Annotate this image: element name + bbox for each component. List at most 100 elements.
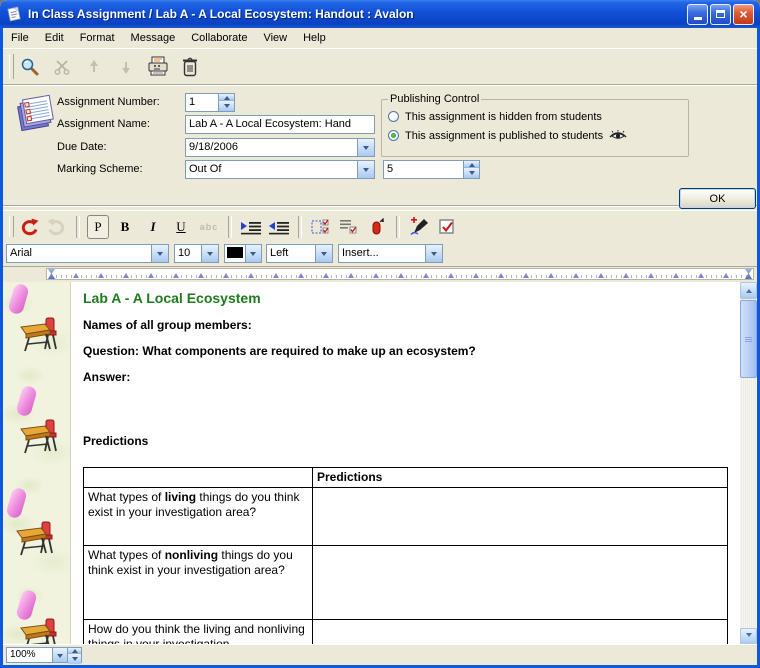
zoom-control[interactable]: 100%: [6, 647, 82, 663]
record-field-button[interactable]: [365, 215, 389, 239]
italic-button[interactable]: I: [141, 215, 165, 239]
marking-points-field[interactable]: 5: [383, 160, 480, 179]
scissors-button-disabled: [49, 54, 75, 80]
ruler-tick: [573, 270, 579, 278]
published-option-row[interactable]: This assignment is published to students: [388, 126, 682, 145]
list-field-icon: [339, 218, 359, 236]
ok-button[interactable]: OK: [679, 188, 756, 209]
stepper-down-icon[interactable]: [68, 653, 81, 664]
annotate-button[interactable]: [407, 215, 431, 239]
maximize-icon: [716, 10, 725, 18]
scrollbar-thumb[interactable]: [740, 300, 757, 378]
assignment-number-stepper[interactable]: [218, 94, 234, 111]
insert-chevron-icon[interactable]: [425, 245, 442, 262]
stepper-down-icon[interactable]: [464, 167, 479, 178]
due-date-dropdown[interactable]: 9/18/2006: [185, 138, 375, 157]
font-size-dropdown[interactable]: 10: [174, 244, 219, 263]
vertical-scrollbar[interactable]: [740, 282, 757, 645]
approve-button[interactable]: [435, 215, 459, 239]
ruler-tick: [698, 270, 704, 278]
stepper-down-icon[interactable]: [219, 100, 234, 111]
assignment-number-value: 1: [186, 94, 218, 111]
members-line: Names of all group members:: [83, 318, 252, 332]
menu-help[interactable]: Help: [295, 29, 334, 47]
insert-dropdown[interactable]: Insert...: [338, 244, 443, 263]
due-date-chevron-icon[interactable]: [357, 139, 374, 156]
redo-icon: [47, 218, 67, 236]
ruler-tick: [473, 270, 479, 278]
color-chevron-icon[interactable]: [245, 245, 261, 262]
marking-points-value: 5: [384, 161, 463, 178]
alignment-chevron-icon[interactable]: [315, 245, 332, 262]
bold-button[interactable]: B: [113, 215, 137, 239]
menu-collaborate[interactable]: Collaborate: [183, 29, 255, 47]
radio-selected-icon[interactable]: [388, 130, 399, 141]
answer-cell[interactable]: [313, 488, 728, 546]
assignment-name-label: Assignment Name:: [57, 118, 150, 130]
menu-file[interactable]: File: [3, 29, 37, 47]
publishing-control-group: Publishing Control This assignment is hi…: [381, 93, 689, 157]
close-icon: ×: [739, 7, 747, 21]
marking-points-stepper[interactable]: [463, 161, 479, 178]
minimize-icon: [694, 17, 702, 20]
zoom-stepper[interactable]: [67, 648, 81, 662]
undo-button[interactable]: [17, 215, 41, 239]
menu-format[interactable]: Format: [72, 29, 123, 47]
zoom-value: 100%: [7, 648, 52, 662]
outdent-icon: [268, 219, 290, 235]
answer-cell[interactable]: [313, 546, 728, 620]
editor-toolbar-grip[interactable]: [9, 216, 14, 237]
font-color-dropdown[interactable]: [224, 244, 262, 263]
assignment-number-field[interactable]: 1: [185, 93, 235, 112]
assignment-name-field[interactable]: Lab A - A Local Ecosystem: Hand: [185, 115, 375, 134]
paragraph-style-button[interactable]: P: [87, 215, 109, 239]
font-chevron-icon[interactable]: [151, 245, 168, 262]
scissors-icon: [54, 59, 70, 75]
scroll-down-button[interactable]: [740, 628, 757, 645]
minimize-button[interactable]: [687, 4, 708, 25]
ruler-tick: [398, 270, 404, 278]
assignment-icon: [14, 92, 56, 134]
right-indent-marker[interactable]: [745, 269, 752, 279]
search-button[interactable]: [17, 54, 43, 80]
marking-scheme-value: Out Of: [186, 161, 357, 178]
assignment-name-value: Lab A - A Local Ecosystem: Hand: [186, 116, 374, 133]
alignment-dropdown[interactable]: Left: [266, 244, 333, 263]
font-size-chevron-icon[interactable]: [201, 245, 218, 262]
scroll-up-button[interactable]: [740, 282, 757, 299]
back-button-disabled: [81, 54, 107, 80]
toolbar-grip[interactable]: [9, 54, 14, 79]
hidden-option-row[interactable]: This assignment is hidden from students: [388, 107, 682, 126]
marking-scheme-dropdown[interactable]: Out Of: [185, 160, 375, 179]
insert-field-button[interactable]: [309, 215, 333, 239]
ruler-tick: [298, 270, 304, 278]
font-family-dropdown[interactable]: Arial: [6, 244, 169, 263]
menu-edit[interactable]: Edit: [37, 29, 72, 47]
print-button[interactable]: [145, 54, 171, 80]
school-desk-decoration: [15, 520, 57, 558]
answer-cell[interactable]: [313, 620, 728, 646]
document-body[interactable]: Lab A - A Local Ecosystem Names of all g…: [71, 282, 740, 645]
school-desk-icon: [19, 617, 61, 645]
ruler-tick: [148, 270, 154, 278]
question-cell: What types of living things do you think…: [84, 488, 313, 546]
header-cell-empty: [84, 468, 313, 488]
close-button[interactable]: ×: [733, 4, 754, 25]
back-icon: [87, 60, 101, 74]
zoom-chevron-icon[interactable]: [52, 648, 67, 662]
underline-button[interactable]: U: [169, 215, 193, 239]
ruler-tick: [423, 270, 429, 278]
radio-unselected-icon[interactable]: [388, 111, 399, 122]
assignment-number-label: Assignment Number:: [57, 96, 160, 108]
redo-button-disabled: [45, 215, 69, 239]
header-cell-predictions: Predictions: [313, 468, 728, 488]
left-indent-marker[interactable]: [48, 269, 55, 279]
list-field-button[interactable]: [337, 215, 361, 239]
menu-message[interactable]: Message: [123, 29, 184, 47]
maximize-button[interactable]: [710, 4, 731, 25]
indent-button[interactable]: [239, 215, 263, 239]
marking-scheme-chevron-icon[interactable]: [357, 161, 374, 178]
outdent-button[interactable]: [267, 215, 291, 239]
menu-view[interactable]: View: [255, 29, 295, 47]
delete-button[interactable]: [177, 54, 203, 80]
